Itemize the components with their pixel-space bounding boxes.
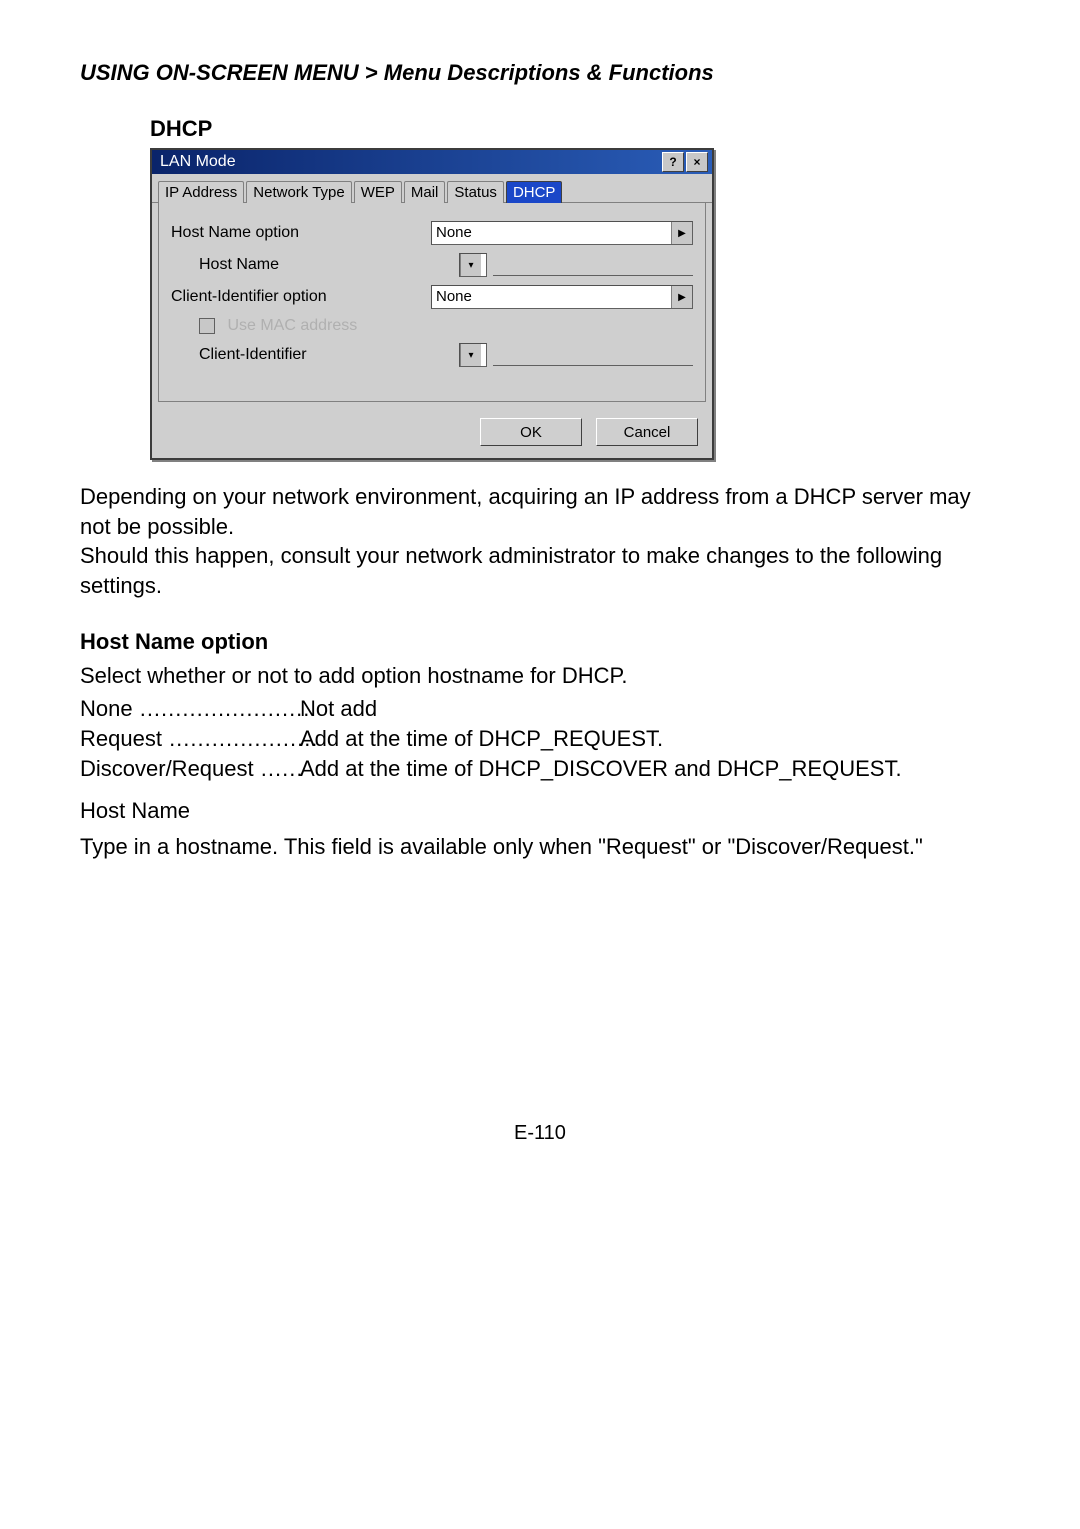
- value-request: Add at the time of DHCP_REQUEST.: [300, 726, 1000, 752]
- term-request: Request: [80, 726, 162, 751]
- tab-mail[interactable]: Mail: [404, 181, 446, 203]
- tab-network-type[interactable]: Network Type: [246, 181, 351, 203]
- combo-host-name-option[interactable]: None ▶: [431, 221, 693, 245]
- tab-status[interactable]: Status: [447, 181, 504, 203]
- host-name-input[interactable]: [493, 255, 693, 276]
- dialog-footer: OK Cancel: [152, 408, 712, 458]
- dialog-tabs: IP Address Network Type WEP Mail Status …: [152, 174, 712, 203]
- paragraph-intro: Depending on your network environment, a…: [80, 482, 1000, 601]
- label-client-identifier-option: Client-Identifier option: [171, 288, 431, 306]
- label-use-mac-address: Use MAC address: [227, 317, 357, 334]
- client-identifier-keypad-button[interactable]: ▾: [459, 343, 487, 367]
- dots: ......: [254, 756, 304, 781]
- paragraph-hostname-desc: Type in a hostname. This field is availa…: [80, 832, 1000, 862]
- definition-discover-request: Discover/Request ...... Add at the time …: [80, 756, 1000, 782]
- subheading-host-name-option: Host Name option: [80, 629, 1000, 655]
- label-host-name: Host Name: [171, 256, 459, 274]
- section-heading-dhcp: DHCP: [150, 116, 1000, 142]
- dialog-lan-mode: LAN Mode ? × IP Address Network Type WEP…: [150, 148, 1000, 460]
- combo-client-identifier-option-value: None: [432, 286, 671, 308]
- checkbox-use-mac-address[interactable]: Use MAC address: [171, 317, 459, 335]
- ok-button[interactable]: OK: [480, 418, 582, 446]
- value-none: Not add: [300, 696, 1000, 722]
- checkbox-icon: [199, 318, 215, 334]
- paragraph-intro-line2: Should this happen, consult your network…: [80, 543, 942, 598]
- host-name-keypad-button[interactable]: ▾: [459, 253, 487, 277]
- definition-request: Request ..................... Add at the…: [80, 726, 1000, 752]
- triangle-down-icon: ▾: [460, 344, 481, 366]
- triangle-right-icon: ▶: [671, 222, 692, 244]
- page-number: E-110: [80, 1122, 1000, 1145]
- triangle-down-icon: ▾: [460, 254, 481, 276]
- label-body-host-name: Host Name: [80, 796, 1000, 826]
- breadcrumb: USING ON-SCREEN MENU > Menu Descriptions…: [80, 60, 1000, 86]
- dialog-titlebar: LAN Mode ? ×: [152, 150, 712, 174]
- dots: .....................: [162, 726, 318, 751]
- paragraph-intro-line1: Depending on your network environment, a…: [80, 484, 971, 539]
- cancel-button[interactable]: Cancel: [596, 418, 698, 446]
- dialog-panel: Host Name option None ▶ Host Name ▾ Clie…: [158, 203, 706, 402]
- tab-wep[interactable]: WEP: [354, 181, 402, 203]
- label-client-identifier: Client-Identifier: [171, 346, 459, 364]
- combo-host-name-option-value: None: [432, 222, 671, 244]
- help-icon[interactable]: ?: [662, 152, 684, 172]
- combo-client-identifier-option[interactable]: None ▶: [431, 285, 693, 309]
- tab-ip-address[interactable]: IP Address: [158, 181, 244, 203]
- dots: ........................: [133, 696, 311, 721]
- term-discover-request: Discover/Request: [80, 756, 254, 781]
- tab-dhcp[interactable]: DHCP: [506, 181, 563, 203]
- term-none: None: [80, 696, 133, 721]
- client-identifier-input[interactable]: [493, 345, 693, 366]
- paragraph-hostname-lead: Select whether or not to add option host…: [80, 661, 1000, 691]
- triangle-right-icon: ▶: [671, 286, 692, 308]
- definition-none: None ........................ Not add: [80, 696, 1000, 722]
- label-host-name-option: Host Name option: [171, 224, 431, 242]
- value-discover-request: Add at the time of DHCP_DISCOVER and DHC…: [300, 756, 1000, 782]
- close-icon[interactable]: ×: [686, 152, 708, 172]
- dialog-title: LAN Mode: [160, 153, 236, 171]
